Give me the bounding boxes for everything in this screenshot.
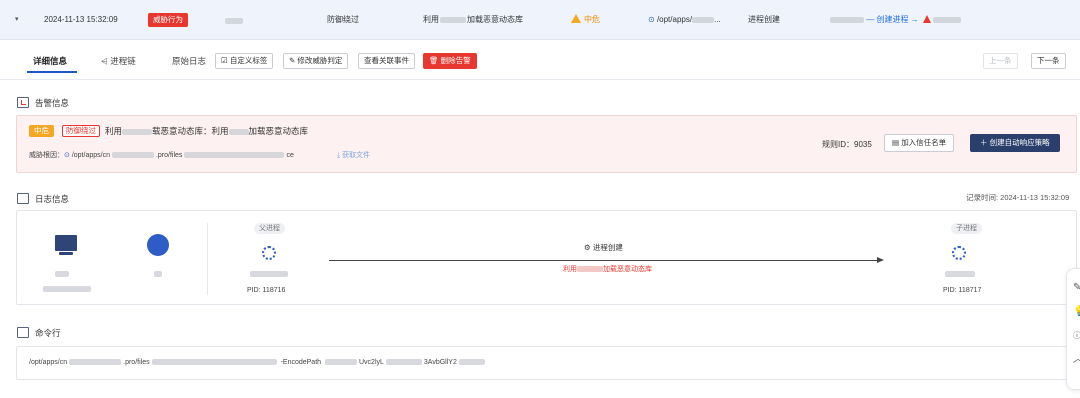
alert-action: 进程创建 [748,15,780,24]
parent-pid: PID: 118716 [247,287,286,294]
plus-icon: ＋ [980,138,988,147]
redacted-parent-process [250,271,288,277]
panel-divider [207,223,208,295]
tab-raw-log[interactable]: 原始日志 [172,56,206,66]
tab-detail[interactable]: 详细信息 [33,56,67,66]
fetch-file-link[interactable]: ⤓ 获取文件 [337,151,370,161]
host-monitor-icon [55,235,77,251]
threat-root-cause: 威胁根因：⊙ /opt/apps/cn .pro/files ce [29,152,294,159]
alert-level: 中危 [571,14,600,26]
alert-info-title: 告警信息 [17,97,69,109]
host-monitor-base [59,252,73,255]
tab-process-chain[interactable]: ⩤ 进程链 [101,56,136,66]
redacted-host [225,18,243,24]
process-arrow-line [329,260,879,261]
redacted-host-name [55,271,69,277]
user-avatar-icon [147,234,169,256]
warning-icon [571,14,581,23]
custom-tag-button[interactable]: ☑ 自定义标签 [215,53,274,69]
alert-info-icon [17,97,29,108]
redacted-user [154,271,162,277]
alert-type-badge: 威胁行为 [148,13,188,27]
tag-icon: ☑ [221,56,228,65]
alert-status: 防御绕过 [327,15,359,24]
cmdline-text: /opt/apps/cn .pro/files -EncodePath Uvc2l… [29,358,487,368]
prev-button[interactable]: 上一条 [983,53,1018,69]
lightbulb-icon[interactable]: 💡 [1073,307,1080,317]
create-policy-button[interactable]: ＋ 创建自动响应策略 [970,134,1060,152]
file-search-icon: ⊙ [648,15,655,24]
parent-process-gear-icon [262,246,276,260]
trust-list-icon: ▤ [892,138,900,147]
alert-chain[interactable]: — 创建进程 → [830,14,961,26]
redacted-host-ip [43,286,91,292]
edit-icon: ✎ [289,56,296,65]
scroll-top-icon[interactable]: ︿ [1073,355,1080,365]
redacted-child-process [945,271,975,277]
child-process-gear-icon [952,246,966,260]
log-info-title: 日志信息 [17,193,69,205]
cmdline-box: /opt/apps/cn .pro/files -EncodePath Uvc2l… [16,346,1077,380]
record-time: 记录时间: 2024-11-13 15:32:09 [966,193,1070,202]
log-info-panel: 父进程 PID: 118716 ⚙ 进程创建 利用 加载恶意动态库 子进程 PID… [16,210,1077,305]
view-events-button[interactable]: 查看关联事件 [358,53,415,69]
modify-judge-button[interactable]: ✎ 修改威胁判定 [283,53,349,69]
terminal-icon [17,327,29,338]
process-chain-icon: ⩤ [101,56,108,66]
process-create-label: ⚙ 进程创建 [584,243,623,252]
child-pid: PID: 118717 [943,287,982,294]
next-button[interactable]: 下一条 [1031,53,1066,69]
floating-toolbar: ✎ 💡 ⓘ ︿ [1066,268,1080,390]
parent-process-label: 父进程 [254,223,285,234]
log-info-icon [17,193,29,204]
process-create-icon: ⚙ [584,243,591,252]
add-trust-button[interactable]: ▤ 加入信任名单 [884,134,955,152]
file-search-icon: ⊙ [64,152,70,159]
risk-icon [922,15,931,23]
level-badge: 中危 [29,125,54,137]
edit-note-icon[interactable]: ✎ [1073,283,1080,293]
active-tab-indicator [27,71,77,73]
cmdline-title: 命令行 [17,327,61,339]
process-arrow-head [877,257,884,263]
lang-icon[interactable]: ⓘ [1073,331,1080,341]
bypass-badge: 防御绕过 [62,125,100,137]
alert-info-box: 中危 防御绕过 利用 载恶意动态库：利用 加载恶意动态库 威胁根因：⊙ /opt/a… [16,115,1077,173]
alert-rule: 利用 加载恶意动态库 [423,15,523,24]
process-create-desc: 利用 加载恶意动态库 [563,266,652,273]
trash-icon: 🗑 [429,56,439,65]
alert-description: 利用 载恶意动态库：利用 加载恶意动态库 [105,126,309,136]
alert-path[interactable]: ⊙ /opt/apps/... [648,14,721,26]
detail-tabs-bar: 详细信息 ⩤ 进程链 原始日志 ☑ 自定义标签 ✎ 修改威胁判定 查看关联事件 … [0,40,1080,80]
delete-alert-button[interactable]: 🗑 删除告警 [423,53,477,69]
alert-row[interactable]: ▾ 2024-11-13 15:32:09 威胁行为 防御绕过 利用 加载恶意动态… [0,0,1080,40]
download-icon: ⤓ [337,152,341,159]
child-process-label: 子进程 [951,223,982,234]
alert-time: 2024-11-13 15:32:09 [44,15,118,24]
rule-id: 规则ID：9035 [822,140,872,149]
expand-caret-icon[interactable]: ▾ [15,14,19,26]
